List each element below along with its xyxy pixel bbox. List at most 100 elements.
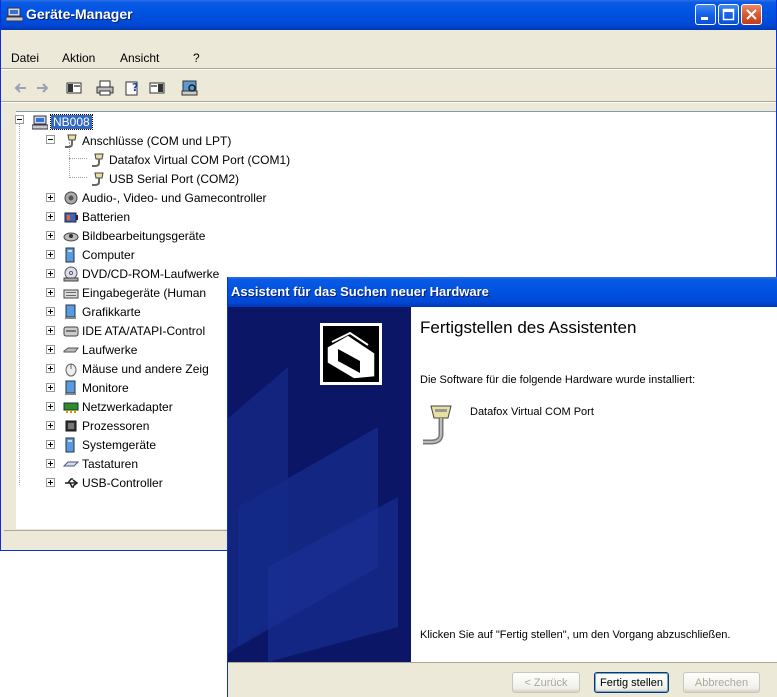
tree-category-computer[interactable]: Computer bbox=[63, 245, 135, 264]
toolbar-separator bbox=[1, 101, 776, 103]
tree-category-graphics[interactable]: Grafikkarte bbox=[63, 302, 141, 321]
tree-root-label: NB008 bbox=[50, 113, 93, 130]
back-arrow-icon[interactable] bbox=[12, 79, 30, 97]
port-icon bbox=[65, 134, 77, 148]
expand-toggle[interactable] bbox=[46, 440, 55, 449]
expand-toggle[interactable] bbox=[46, 231, 55, 240]
tree-category-mice[interactable]: Mäuse und andere Zeig bbox=[63, 359, 209, 378]
help-properties-icon[interactable]: ? bbox=[124, 79, 142, 97]
menu-separator bbox=[1, 68, 776, 70]
tree-category-ide[interactable]: IDE ATA/ATAPI-Control bbox=[63, 321, 205, 340]
tree-category-system[interactable]: Systemgeräte bbox=[63, 435, 156, 454]
tree-root-computer[interactable]: NB008 bbox=[32, 112, 93, 131]
expand-toggle[interactable] bbox=[46, 421, 55, 430]
device-manager-title-bar[interactable]: Geräte-Manager bbox=[1, 0, 776, 30]
menu-aktion[interactable]: Aktion bbox=[62, 51, 95, 65]
tree-category-keyboards[interactable]: Tastaturen bbox=[63, 454, 138, 473]
wizard-title-bar[interactable]: Assistent für das Suchen neuer Hardware bbox=[228, 277, 777, 307]
wizard-button-bar: < Zurück Fertig stellen Abbrechen bbox=[228, 662, 777, 697]
expand-toggle[interactable] bbox=[46, 193, 55, 202]
tree-category-network[interactable]: Netzwerkadapter bbox=[63, 397, 173, 416]
expand-toggle[interactable] bbox=[46, 307, 55, 316]
tree-category-usb[interactable]: USB-Controller bbox=[63, 473, 163, 492]
cancel-button[interactable]: Abbrechen bbox=[683, 672, 760, 693]
expand-toggle[interactable] bbox=[46, 364, 55, 373]
wizard-banner-graphic bbox=[228, 307, 411, 662]
back-button[interactable]: < Zurück bbox=[512, 672, 580, 693]
expand-toggle[interactable] bbox=[46, 345, 55, 354]
collapse-toggle[interactable] bbox=[15, 115, 24, 124]
minimize-button[interactable] bbox=[695, 4, 716, 25]
tree-line bbox=[69, 177, 87, 179]
tree-category-monitors[interactable]: Monitore bbox=[63, 378, 129, 397]
expand-toggle[interactable] bbox=[46, 212, 55, 221]
tree-device-usb-serial[interactable]: USB Serial Port (COM2) bbox=[90, 169, 239, 188]
port-icon bbox=[92, 172, 104, 186]
wizard-title: Assistent für das Suchen neuer Hardware bbox=[231, 284, 489, 299]
disc-drive-icon bbox=[63, 266, 79, 281]
maximize-button[interactable] bbox=[718, 4, 739, 25]
menu-ansicht[interactable]: Ansicht bbox=[120, 51, 159, 65]
scanner-icon bbox=[63, 232, 79, 241]
speaker-icon bbox=[64, 191, 78, 204]
ide-controller-icon bbox=[63, 326, 79, 336]
collapse-toggle[interactable] bbox=[46, 135, 55, 144]
tree-category-input[interactable]: Eingabegeräte (Human bbox=[63, 283, 206, 302]
expand-toggle[interactable] bbox=[46, 288, 55, 297]
tree-category-label: USB-Controller bbox=[82, 475, 163, 490]
system-device-icon bbox=[65, 437, 75, 452]
tree-category-dvd[interactable]: DVD/CD-ROM-Laufwerke bbox=[63, 264, 219, 283]
network-adapter-icon bbox=[63, 402, 79, 413]
print-icon[interactable] bbox=[96, 79, 114, 97]
display-adapter-icon bbox=[65, 304, 76, 319]
usb-icon bbox=[65, 477, 79, 488]
tree-category-drives[interactable]: Laufwerke bbox=[63, 340, 137, 359]
wizard-side-banner bbox=[228, 307, 411, 662]
tree-category-batteries[interactable]: Batterien bbox=[63, 207, 130, 226]
finish-button[interactable]: Fertig stellen bbox=[594, 672, 669, 693]
tree-category-label: Computer bbox=[82, 247, 135, 262]
wizard-heading: Fertigstellen des Assistenten bbox=[420, 318, 637, 337]
expand-toggle[interactable] bbox=[46, 326, 55, 335]
serial-port-icon bbox=[423, 405, 452, 445]
tree-category-label: Prozessoren bbox=[82, 418, 150, 433]
expand-toggle[interactable] bbox=[46, 383, 55, 392]
driver-icon[interactable] bbox=[148, 79, 166, 97]
menu-help[interactable]: ? bbox=[193, 51, 200, 65]
tree-device-label: Datafox Virtual COM Port (COM1) bbox=[109, 152, 291, 167]
tree-category-processors[interactable]: Prozessoren bbox=[63, 416, 149, 435]
expand-toggle[interactable] bbox=[46, 250, 55, 259]
menu-datei[interactable]: Datei bbox=[11, 51, 39, 65]
tree-category-audio[interactable]: Audio-, Video- und Gamecontroller bbox=[63, 188, 267, 207]
properties-view-icon[interactable] bbox=[65, 79, 83, 97]
tree-category-imaging[interactable]: Bildbearbeitungsgeräte bbox=[63, 226, 205, 245]
processor-icon bbox=[65, 420, 77, 431]
maximize-icon bbox=[722, 8, 735, 21]
computer-icon bbox=[65, 247, 75, 262]
expand-toggle[interactable] bbox=[46, 459, 55, 468]
tree-category-label: Mäuse und andere Zeig bbox=[82, 361, 209, 376]
disk-drive-icon bbox=[63, 347, 79, 352]
device-manager-app-icon bbox=[6, 7, 23, 22]
device-manager-title: Geräte-Manager bbox=[26, 6, 133, 22]
scan-hardware-icon[interactable] bbox=[181, 79, 199, 97]
tree-device-label: USB Serial Port (COM2) bbox=[109, 171, 240, 186]
tree-category-label: Anschlüsse (COM und LPT) bbox=[82, 133, 232, 148]
monitor-icon bbox=[65, 380, 76, 395]
tree-category-label: Tastaturen bbox=[82, 456, 139, 471]
expand-toggle[interactable] bbox=[46, 402, 55, 411]
minimize-icon bbox=[701, 17, 708, 20]
tree-category-label: Batterien bbox=[82, 209, 131, 224]
forward-arrow-icon[interactable] bbox=[33, 79, 51, 97]
expand-toggle[interactable] bbox=[46, 478, 55, 487]
tree-category-ports[interactable]: Anschlüsse (COM und LPT) bbox=[63, 131, 231, 150]
tree-device-datafox[interactable]: Datafox Virtual COM Port (COM1) bbox=[90, 150, 290, 169]
computer-icon bbox=[32, 115, 48, 129]
tree-category-label: Eingabegeräte (Human bbox=[82, 285, 207, 300]
expand-toggle[interactable] bbox=[46, 269, 55, 278]
mouse-icon bbox=[65, 363, 77, 376]
tree-category-label: Monitore bbox=[82, 380, 129, 395]
port-icon bbox=[92, 153, 104, 167]
close-button[interactable] bbox=[741, 4, 762, 25]
keyboard-icon bbox=[63, 461, 79, 466]
